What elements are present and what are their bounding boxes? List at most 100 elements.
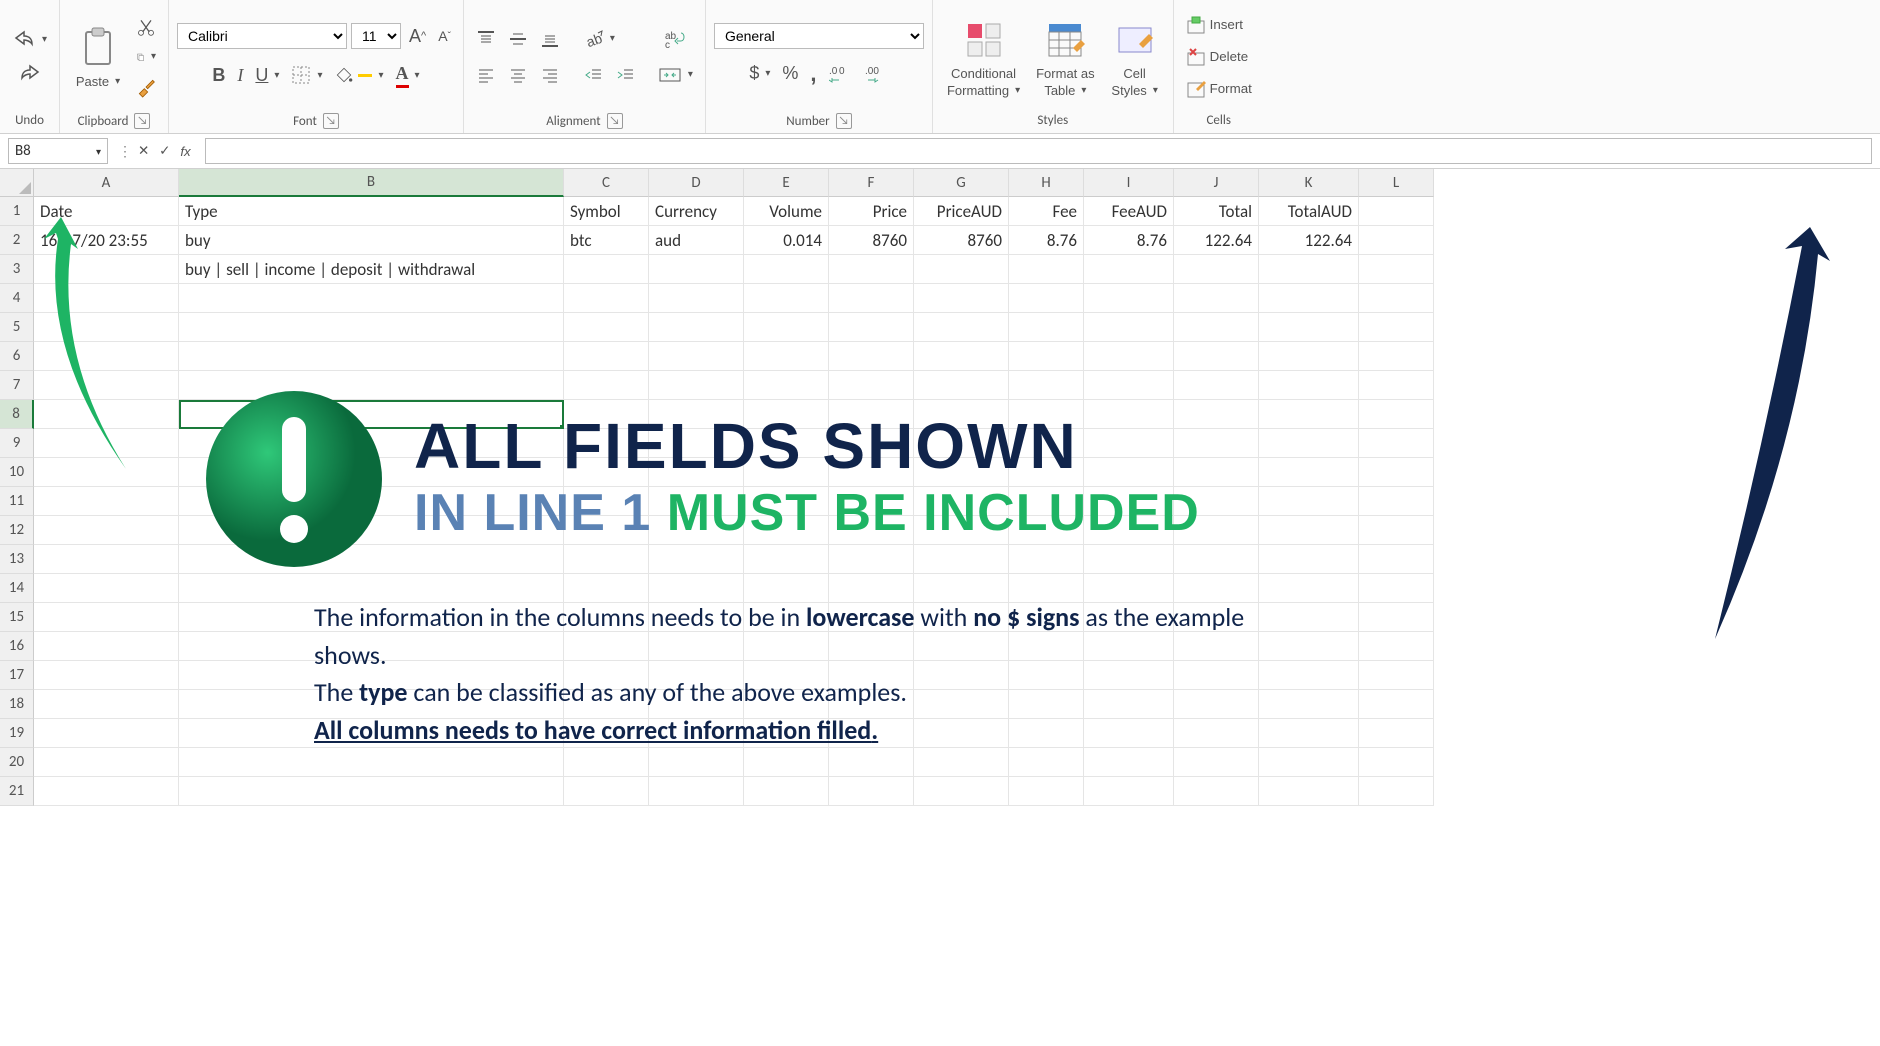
cell[interactable]	[34, 458, 179, 487]
cell[interactable]	[1359, 458, 1434, 487]
cell[interactable]	[914, 719, 1009, 748]
row-header-10[interactable]: 10	[0, 458, 34, 487]
cell[interactable]: 8.76	[1009, 226, 1084, 255]
cell[interactable]	[1174, 719, 1259, 748]
cell[interactable]	[1084, 603, 1174, 632]
cell[interactable]	[1359, 661, 1434, 690]
align-left-button[interactable]	[472, 61, 500, 89]
cell[interactable]	[564, 603, 649, 632]
cell[interactable]	[1359, 603, 1434, 632]
col-header-H[interactable]: H	[1009, 169, 1084, 197]
copy-button[interactable]: ▾	[132, 43, 160, 71]
cell[interactable]	[1174, 342, 1259, 371]
cell[interactable]	[649, 284, 744, 313]
cell[interactable]	[179, 632, 564, 661]
cell[interactable]	[34, 284, 179, 313]
cell[interactable]	[564, 719, 649, 748]
cell[interactable]	[1084, 661, 1174, 690]
row-header-12[interactable]: 12	[0, 516, 34, 545]
increase-font-button[interactable]: A^	[405, 22, 430, 51]
cell[interactable]	[1084, 574, 1174, 603]
cell[interactable]	[829, 342, 914, 371]
font-family-select[interactable]: Calibri	[177, 23, 347, 49]
cell[interactable]	[1174, 748, 1259, 777]
cell[interactable]	[914, 400, 1009, 429]
cell[interactable]	[649, 255, 744, 284]
cell[interactable]	[829, 748, 914, 777]
cell[interactable]	[1259, 690, 1359, 719]
cell[interactable]	[179, 719, 564, 748]
redo-button[interactable]	[14, 58, 46, 90]
cell[interactable]	[1009, 516, 1084, 545]
cell[interactable]	[829, 458, 914, 487]
cell[interactable]	[649, 429, 744, 458]
cell[interactable]	[649, 632, 744, 661]
cell[interactable]	[1174, 777, 1259, 806]
cell[interactable]	[914, 603, 1009, 632]
cell[interactable]	[1009, 429, 1084, 458]
clipboard-launcher-icon[interactable]: ↘	[134, 113, 150, 129]
cell[interactable]: 0.014	[744, 226, 829, 255]
cell[interactable]: buy	[179, 226, 564, 255]
cell[interactable]	[914, 487, 1009, 516]
merge-center-button[interactable]: ▾	[654, 61, 697, 89]
row-header-17[interactable]: 17	[0, 661, 34, 690]
cell[interactable]	[1084, 690, 1174, 719]
col-header-J[interactable]: J	[1174, 169, 1259, 197]
orientation-button[interactable]: ab▾	[580, 25, 619, 53]
font-launcher-icon[interactable]: ↘	[323, 113, 339, 129]
cell[interactable]	[744, 458, 829, 487]
cell[interactable]	[34, 429, 179, 458]
cell[interactable]	[179, 284, 564, 313]
col-header-E[interactable]: E	[744, 169, 829, 197]
cell[interactable]	[179, 603, 564, 632]
cell[interactable]	[649, 661, 744, 690]
cell[interactable]	[744, 574, 829, 603]
row-header-5[interactable]: 5	[0, 313, 34, 342]
fill-color-button[interactable]: ▾	[330, 61, 387, 89]
undo-button[interactable]: ▾	[8, 24, 51, 56]
cell[interactable]: 122.64	[1259, 226, 1359, 255]
cell[interactable]: Price	[829, 197, 914, 226]
cell[interactable]	[1359, 371, 1434, 400]
cell[interactable]	[1359, 516, 1434, 545]
row-header-11[interactable]: 11	[0, 487, 34, 516]
col-header-I[interactable]: I	[1084, 169, 1174, 197]
cell[interactable]	[829, 777, 914, 806]
cell[interactable]	[649, 748, 744, 777]
col-header-D[interactable]: D	[649, 169, 744, 197]
cell[interactable]	[914, 255, 1009, 284]
row-header-1[interactable]: 1	[0, 197, 34, 226]
cell[interactable]: buy | sell | income | deposit | withdraw…	[179, 255, 564, 284]
cell[interactable]	[564, 255, 649, 284]
row-header-14[interactable]: 14	[0, 574, 34, 603]
cell[interactable]	[1359, 400, 1434, 429]
cell[interactable]: Symbol	[564, 197, 649, 226]
cell[interactable]: Volume	[744, 197, 829, 226]
cell[interactable]	[564, 284, 649, 313]
cell[interactable]	[1084, 632, 1174, 661]
cell[interactable]	[914, 371, 1009, 400]
cell[interactable]	[34, 574, 179, 603]
cell[interactable]	[1174, 516, 1259, 545]
cell[interactable]	[564, 400, 649, 429]
cell[interactable]	[649, 313, 744, 342]
cell[interactable]	[34, 342, 179, 371]
cell[interactable]	[914, 632, 1009, 661]
cell[interactable]	[1259, 458, 1359, 487]
cell[interactable]	[34, 690, 179, 719]
align-top-button[interactable]	[472, 25, 500, 53]
decrease-indent-button[interactable]	[580, 61, 608, 89]
delete-cells-button[interactable]: Delete	[1182, 43, 1253, 71]
cell[interactable]	[649, 400, 744, 429]
cell[interactable]	[1359, 748, 1434, 777]
cell[interactable]	[1009, 458, 1084, 487]
cell[interactable]	[1084, 313, 1174, 342]
cell[interactable]	[1009, 284, 1084, 313]
cell[interactable]	[1174, 690, 1259, 719]
cell[interactable]	[1084, 371, 1174, 400]
row-header-8[interactable]: 8	[0, 400, 34, 429]
cell[interactable]	[1359, 313, 1434, 342]
cell[interactable]	[1009, 487, 1084, 516]
cell[interactable]	[1174, 400, 1259, 429]
